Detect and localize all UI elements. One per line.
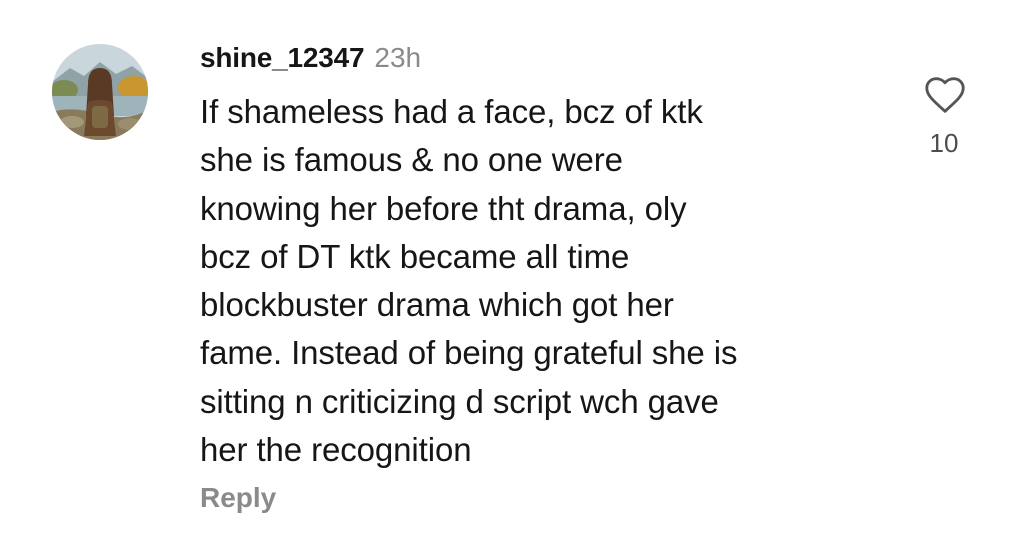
like-count: 10 bbox=[929, 128, 959, 158]
like-button[interactable]: 10 bbox=[912, 72, 976, 172]
comment-text: If shameless had a face, bcz of ktk she … bbox=[200, 93, 738, 469]
reply-button[interactable]: Reply bbox=[200, 482, 276, 514]
username-link[interactable]: shine_12347 bbox=[200, 42, 365, 74]
comment-item: shine_12347 23h If shameless had a face,… bbox=[0, 0, 1024, 540]
comment-header: shine_12347 23h bbox=[200, 42, 421, 82]
heart-outline-icon[interactable] bbox=[922, 72, 968, 118]
comment-timestamp: 23h bbox=[374, 42, 422, 73]
user-avatar[interactable] bbox=[52, 44, 148, 140]
